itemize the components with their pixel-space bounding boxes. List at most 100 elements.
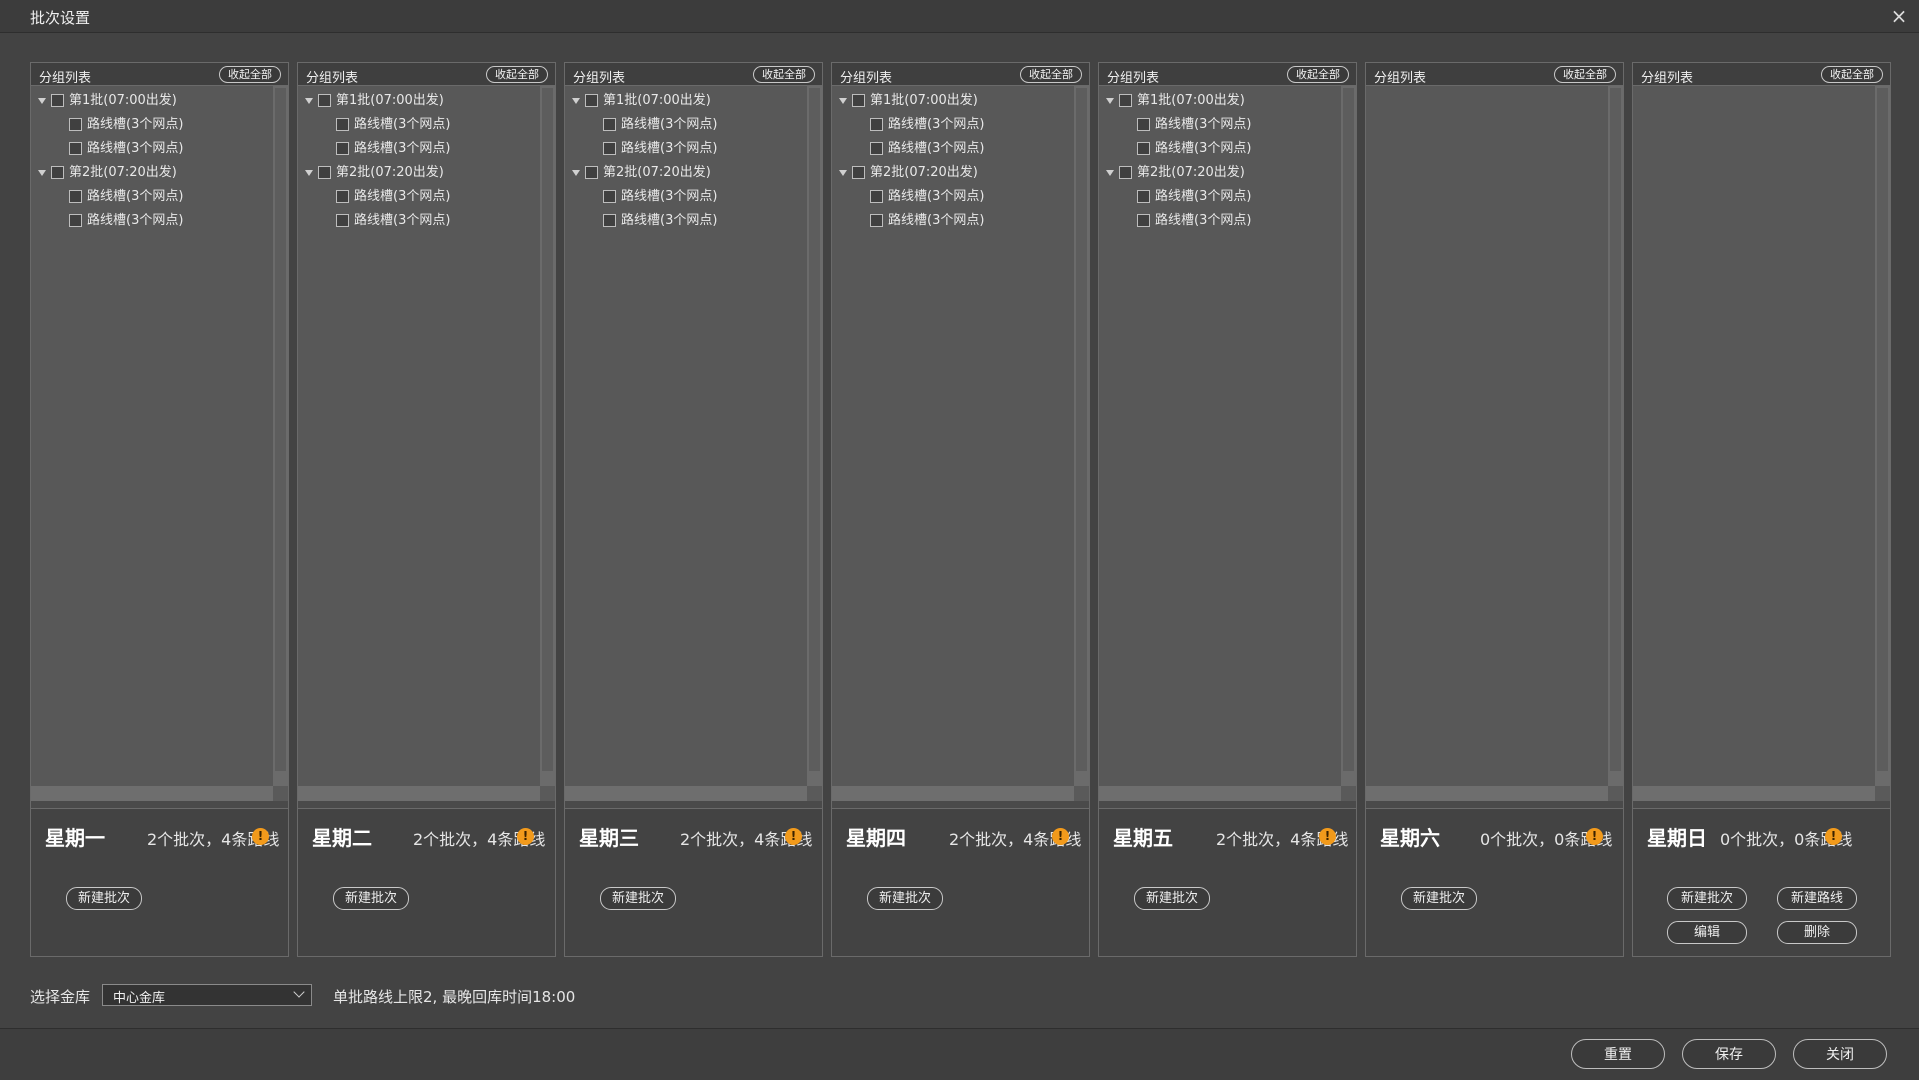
- batch-checkbox[interactable]: [1119, 94, 1132, 107]
- scrollbar-thumb[interactable]: [1076, 88, 1087, 771]
- collapse-all-button[interactable]: 收起全部: [486, 66, 548, 83]
- vertical-scrollbar[interactable]: [1608, 86, 1623, 786]
- scrollbar-thumb[interactable]: [1610, 88, 1621, 771]
- vertical-scrollbar[interactable]: [807, 86, 822, 786]
- expand-arrow-icon[interactable]: [305, 98, 313, 104]
- save-button[interactable]: 保存: [1682, 1039, 1776, 1069]
- new-batch-button[interactable]: 新建批次: [867, 887, 944, 910]
- vertical-scrollbar[interactable]: [1074, 86, 1089, 786]
- new-batch-button[interactable]: 新建批次: [600, 887, 677, 910]
- horizontal-scrollbar[interactable]: [565, 786, 807, 801]
- horizontal-scrollbar[interactable]: [1099, 786, 1341, 801]
- column-header: 分组列表 收起全部: [832, 63, 1089, 86]
- batch-checkbox[interactable]: [1119, 166, 1132, 179]
- batch-checkbox[interactable]: [852, 166, 865, 179]
- horizontal-scrollbar[interactable]: [298, 786, 540, 801]
- new-batch-button[interactable]: 新建批次: [1667, 887, 1747, 910]
- route-checkbox[interactable]: [336, 142, 349, 155]
- column-header: 分组列表 收起全部: [1633, 63, 1890, 86]
- route-label: 路线槽(3个网点): [87, 213, 184, 228]
- new-batch-button[interactable]: 新建批次: [333, 887, 410, 910]
- route-checkbox[interactable]: [336, 118, 349, 131]
- collapse-all-button[interactable]: 收起全部: [1020, 66, 1082, 83]
- route-checkbox[interactable]: [69, 190, 82, 203]
- vault-select[interactable]: 中心金库: [102, 984, 312, 1006]
- warning-icon[interactable]: !: [1319, 828, 1336, 845]
- warning-icon[interactable]: !: [1586, 828, 1603, 845]
- route-checkbox[interactable]: [870, 142, 883, 155]
- route-checkbox[interactable]: [69, 142, 82, 155]
- edit-button[interactable]: 编辑: [1667, 921, 1747, 944]
- warning-icon[interactable]: !: [517, 828, 534, 845]
- expand-arrow-icon[interactable]: [1106, 170, 1114, 176]
- day-title: 星期一: [45, 826, 105, 850]
- vertical-scrollbar[interactable]: [273, 86, 288, 786]
- horizontal-scrollbar[interactable]: [31, 786, 273, 801]
- day-column: 分组列表 收起全部 第1批(07:00出发) 路线槽(3个网点) 路线槽(3个网点) 第2…: [1098, 62, 1357, 957]
- scrollbar-thumb[interactable]: [1877, 88, 1888, 771]
- day-column: 分组列表 收起全部 第1批(07:00出发) 路线槽(3个网点) 路线槽(3个网点) 第2…: [30, 62, 289, 957]
- route-label: 路线槽(3个网点): [621, 141, 718, 156]
- warning-icon[interactable]: !: [1825, 828, 1842, 845]
- batch-checkbox[interactable]: [318, 166, 331, 179]
- batch-checkbox[interactable]: [318, 94, 331, 107]
- scrollbar-thumb[interactable]: [809, 88, 820, 771]
- expand-arrow-icon[interactable]: [38, 98, 46, 104]
- batch-checkbox[interactable]: [852, 94, 865, 107]
- route-label: 路线槽(3个网点): [1155, 117, 1252, 132]
- route-checkbox[interactable]: [870, 214, 883, 227]
- route-checkbox[interactable]: [870, 190, 883, 203]
- route-checkbox[interactable]: [603, 142, 616, 155]
- horizontal-scrollbar[interactable]: [1366, 786, 1608, 801]
- column-header-label: 分组列表: [1374, 71, 1427, 86]
- route-checkbox[interactable]: [1137, 118, 1150, 131]
- vertical-scrollbar[interactable]: [1341, 86, 1356, 786]
- new-batch-button[interactable]: 新建批次: [1401, 887, 1478, 910]
- collapse-all-button[interactable]: 收起全部: [753, 66, 815, 83]
- route-checkbox[interactable]: [603, 190, 616, 203]
- expand-arrow-icon[interactable]: [572, 98, 580, 104]
- expand-arrow-icon[interactable]: [839, 98, 847, 104]
- route-checkbox[interactable]: [69, 118, 82, 131]
- new-batch-button[interactable]: 新建批次: [66, 887, 143, 910]
- route-checkbox[interactable]: [603, 214, 616, 227]
- group-tree: 第1批(07:00出发) 路线槽(3个网点) 路线槽(3个网点) 第2批(07:20出…: [832, 86, 1074, 786]
- expand-arrow-icon[interactable]: [839, 170, 847, 176]
- route-checkbox[interactable]: [69, 214, 82, 227]
- expand-arrow-icon[interactable]: [1106, 98, 1114, 104]
- scrollbar-thumb[interactable]: [1343, 88, 1354, 771]
- collapse-all-button[interactable]: 收起全部: [1287, 66, 1349, 83]
- batch-checkbox[interactable]: [51, 94, 64, 107]
- route-checkbox[interactable]: [1137, 142, 1150, 155]
- horizontal-scrollbar[interactable]: [832, 786, 1074, 801]
- scrollbar-thumb[interactable]: [542, 88, 553, 771]
- new-batch-button[interactable]: 新建批次: [1134, 887, 1211, 910]
- horizontal-scrollbar[interactable]: [1633, 786, 1875, 801]
- expand-arrow-icon[interactable]: [572, 170, 580, 176]
- close-button[interactable]: 关闭: [1793, 1039, 1887, 1069]
- close-icon[interactable]: ×: [1887, 4, 1911, 28]
- batch-checkbox[interactable]: [585, 166, 598, 179]
- collapse-all-button[interactable]: 收起全部: [1554, 66, 1616, 83]
- route-checkbox[interactable]: [336, 214, 349, 227]
- route-checkbox[interactable]: [1137, 190, 1150, 203]
- expand-arrow-icon[interactable]: [305, 170, 313, 176]
- route-checkbox[interactable]: [603, 118, 616, 131]
- collapse-all-button[interactable]: 收起全部: [1821, 66, 1883, 83]
- reset-button[interactable]: 重置: [1571, 1039, 1665, 1069]
- delete-button[interactable]: 删除: [1777, 921, 1857, 944]
- route-checkbox[interactable]: [1137, 214, 1150, 227]
- route-checkbox[interactable]: [870, 118, 883, 131]
- new-route-button[interactable]: 新建路线: [1777, 887, 1857, 910]
- scrollbar-thumb[interactable]: [275, 88, 286, 771]
- batch-checkbox[interactable]: [585, 94, 598, 107]
- vertical-scrollbar[interactable]: [1875, 86, 1890, 786]
- collapse-all-button[interactable]: 收起全部: [219, 66, 281, 83]
- warning-icon[interactable]: !: [252, 828, 269, 845]
- expand-arrow-icon[interactable]: [38, 170, 46, 176]
- route-checkbox[interactable]: [336, 190, 349, 203]
- warning-icon[interactable]: !: [785, 828, 802, 845]
- batch-checkbox[interactable]: [51, 166, 64, 179]
- warning-icon[interactable]: !: [1052, 828, 1069, 845]
- vertical-scrollbar[interactable]: [540, 86, 555, 786]
